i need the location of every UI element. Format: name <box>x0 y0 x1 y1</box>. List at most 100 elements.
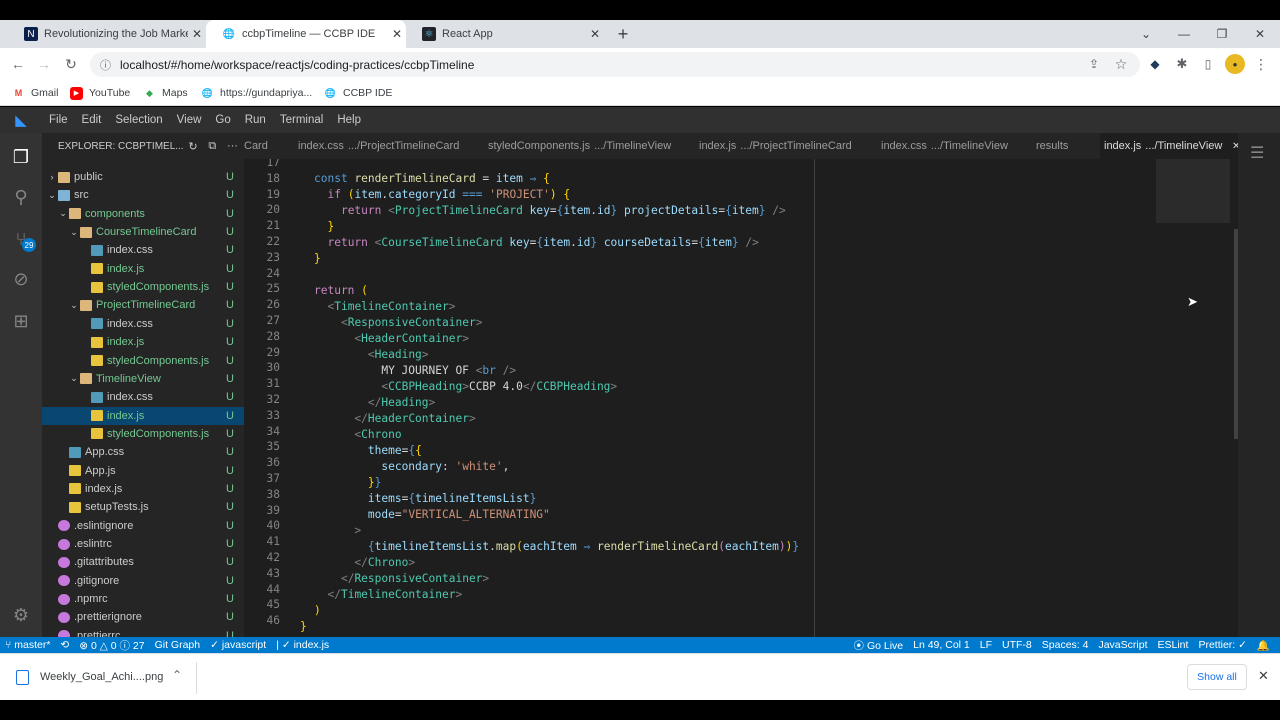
eslint-status[interactable]: ESLint <box>1153 639 1194 651</box>
tab-search-icon[interactable]: ⌄ <box>1126 20 1166 48</box>
back-button[interactable]: ← <box>8 54 28 74</box>
run-debug-icon[interactable]: ⊘ <box>9 267 33 291</box>
forward-button[interactable]: → <box>34 54 54 74</box>
branch-status[interactable]: ⑂ master* <box>0 639 55 651</box>
file-tree-item[interactable]: App.css U <box>42 443 244 461</box>
file-tree-item[interactable]: index.css U <box>42 388 244 406</box>
file-tree-item[interactable]: .npmrc U <box>42 590 244 608</box>
close-download-bar-icon[interactable]: ✕ <box>1258 668 1269 684</box>
file-tree-item[interactable]: styledComponents.js U <box>42 352 244 370</box>
menu-edit[interactable]: Edit <box>75 114 109 126</box>
close-icon[interactable]: ✕ <box>586 27 604 41</box>
bookmark-youtube[interactable]: ▶ YouTube <box>70 84 130 102</box>
bookmark-ccbp-ide[interactable]: 🌐 CCBP IDE <box>324 84 393 102</box>
file-tree-item[interactable]: styledComponents.js U <box>42 278 244 296</box>
editor-tab[interactable]: index.css .../ProjectTimelineCard <box>298 133 459 159</box>
tab-job-market[interactable]: N Revolutionizing the Job Market | ✕ <box>8 20 206 48</box>
minimize-button[interactable]: — <box>1164 20 1204 48</box>
cursor-position[interactable]: Ln 49, Col 1 <box>908 639 975 651</box>
file-tree-item[interactable]: ⌄ CourseTimelineCard U <box>42 223 244 241</box>
file-tree-item[interactable]: index.js U <box>42 406 244 425</box>
menu-file[interactable]: File <box>42 114 75 126</box>
problems-status[interactable]: ⊗ 0 △ 0 ⓘ 27 <box>74 638 149 653</box>
file-tree-item[interactable]: .eslintignore U <box>42 517 244 535</box>
explorer-icon[interactable]: ❐ <box>9 145 33 169</box>
menu-go[interactable]: Go <box>208 114 237 126</box>
editor-tab[interactable]: index.js .../TimelineView ✕ <box>1100 133 1238 159</box>
close-icon[interactable]: ✕ <box>388 27 406 41</box>
extensions-icon[interactable]: ⊞ <box>9 309 33 333</box>
sidepanel-icon[interactable]: ▯ <box>1198 54 1218 74</box>
chevron-down-icon[interactable]: ⌄ <box>46 190 58 201</box>
tab-react-app[interactable]: ⚛ React App ✕ <box>406 20 604 48</box>
file-tree-item[interactable]: .gitignore U <box>42 572 244 590</box>
file-tree-item[interactable]: App.js U <box>42 462 244 480</box>
bookmark-maps[interactable]: ◆ Maps <box>143 84 188 102</box>
minimap[interactable] <box>1150 159 1240 637</box>
notification-bell-icon[interactable]: 🔔 <box>1252 639 1280 652</box>
close-icon[interactable]: ✕ <box>188 27 206 41</box>
menu-view[interactable]: View <box>170 114 209 126</box>
file-tree-item[interactable]: ⌄ TimelineView U <box>42 370 244 388</box>
file-tree-item[interactable]: ⌄ components U <box>42 205 244 223</box>
prettier-status[interactable]: Prettier: ✓ <box>1193 639 1251 651</box>
refresh-icon[interactable]: ↻ <box>188 140 197 153</box>
file-tree-item[interactable]: index.css U <box>42 315 244 333</box>
file-tree-item[interactable]: .prettierignore U <box>42 608 244 626</box>
file-tree-item[interactable]: › public U <box>42 168 244 186</box>
chevron-down-icon[interactable]: ⌄ <box>68 300 80 311</box>
new-tab-button[interactable]: + <box>603 20 643 48</box>
menu-terminal[interactable]: Terminal <box>273 114 330 126</box>
minimap-slider[interactable] <box>1156 159 1230 223</box>
editor-tab[interactable]: results <box>1036 133 1072 159</box>
chevron-right-icon[interactable]: › <box>46 172 58 182</box>
bookmark-gundapriya[interactable]: 🌐 https://gundapriya... <box>201 84 312 102</box>
restore-button[interactable]: ❐ <box>1202 20 1242 48</box>
menu-run[interactable]: Run <box>238 114 273 126</box>
file-tree-item[interactable]: index.js U <box>42 260 244 278</box>
address-bar[interactable]: ⓘ localhost/#/home/workspace/reactjs/cod… <box>90 52 1140 77</box>
chevron-up-icon[interactable]: ⌃ <box>172 668 182 682</box>
info-icon[interactable]: ⓘ <box>100 57 114 73</box>
tab-ccbp-ide[interactable]: 🌐 ccbpTimeline — CCBP IDE ✕ <box>206 20 406 48</box>
file-status[interactable]: | ✓ index.js <box>271 639 334 651</box>
bookmark-gmail[interactable]: M Gmail <box>12 84 59 102</box>
file-tree-item[interactable]: ⌄ ProjectTimelineCard U <box>42 296 244 314</box>
eol-status[interactable]: LF <box>975 639 997 651</box>
chevron-down-icon[interactable]: ⌄ <box>68 227 80 238</box>
close-window-button[interactable]: ✕ <box>1240 20 1280 48</box>
file-tree-item[interactable]: setupTests.js U <box>42 498 244 516</box>
file-tree-item[interactable]: index.js U <box>42 333 244 351</box>
indent-status[interactable]: Spaces: 4 <box>1037 639 1094 651</box>
chevron-down-icon[interactable]: ⌄ <box>57 208 69 219</box>
show-all-button[interactable]: Show all <box>1187 664 1247 690</box>
file-tree-item[interactable]: index.js U <box>42 480 244 498</box>
more-actions-icon[interactable]: ··· <box>227 140 238 152</box>
menu-kebab-icon[interactable]: ⋮ <box>1251 54 1271 74</box>
git-graph-status[interactable]: Git Graph <box>150 639 206 651</box>
file-tree-item[interactable]: ⌄ src U <box>42 186 244 204</box>
file-tree-item[interactable]: .eslintrc U <box>42 535 244 553</box>
extension-icon[interactable]: ◆ <box>1145 54 1165 74</box>
search-icon[interactable]: ⚲ <box>9 185 33 209</box>
editor-tab[interactable]: Card <box>244 133 272 159</box>
encoding-status[interactable]: UTF-8 <box>997 639 1037 651</box>
code-editor[interactable]: 17 18 19 20 21 22 23 24 25 26 27 28 29 30 31 32 33 34 35 36… <box>244 159 1238 637</box>
editor-tab[interactable]: index.css .../TimelineView <box>881 133 1008 159</box>
editor-tab[interactable]: styledComponents.js .../TimelineView <box>488 133 671 159</box>
file-tree-item[interactable]: .prettierrc U <box>42 627 244 637</box>
editor-tab[interactable]: index.js .../ProjectTimelineCard <box>699 133 852 159</box>
lang-check-status[interactable]: ✓ javascript <box>205 639 271 651</box>
download-filename[interactable]: Weekly_Goal_Achi....png <box>40 671 163 683</box>
list-icon[interactable]: ☰ <box>1250 143 1264 163</box>
sync-icon[interactable]: ⟲ <box>55 639 74 651</box>
bookmark-star-icon[interactable]: ☆ <box>1111 54 1131 74</box>
puzzle-icon[interactable]: ✱ <box>1172 54 1192 74</box>
menu-help[interactable]: Help <box>330 114 368 126</box>
share-icon[interactable]: ⇪ <box>1084 54 1104 74</box>
file-tree-item[interactable]: styledComponents.js U <box>42 425 244 443</box>
settings-gear-icon[interactable]: ⚙ <box>9 603 33 627</box>
go-live-status[interactable]: ⦿ Go Live <box>849 638 909 653</box>
avatar[interactable]: ● <box>1225 54 1245 74</box>
file-tree-item[interactable]: index.css U <box>42 241 244 259</box>
